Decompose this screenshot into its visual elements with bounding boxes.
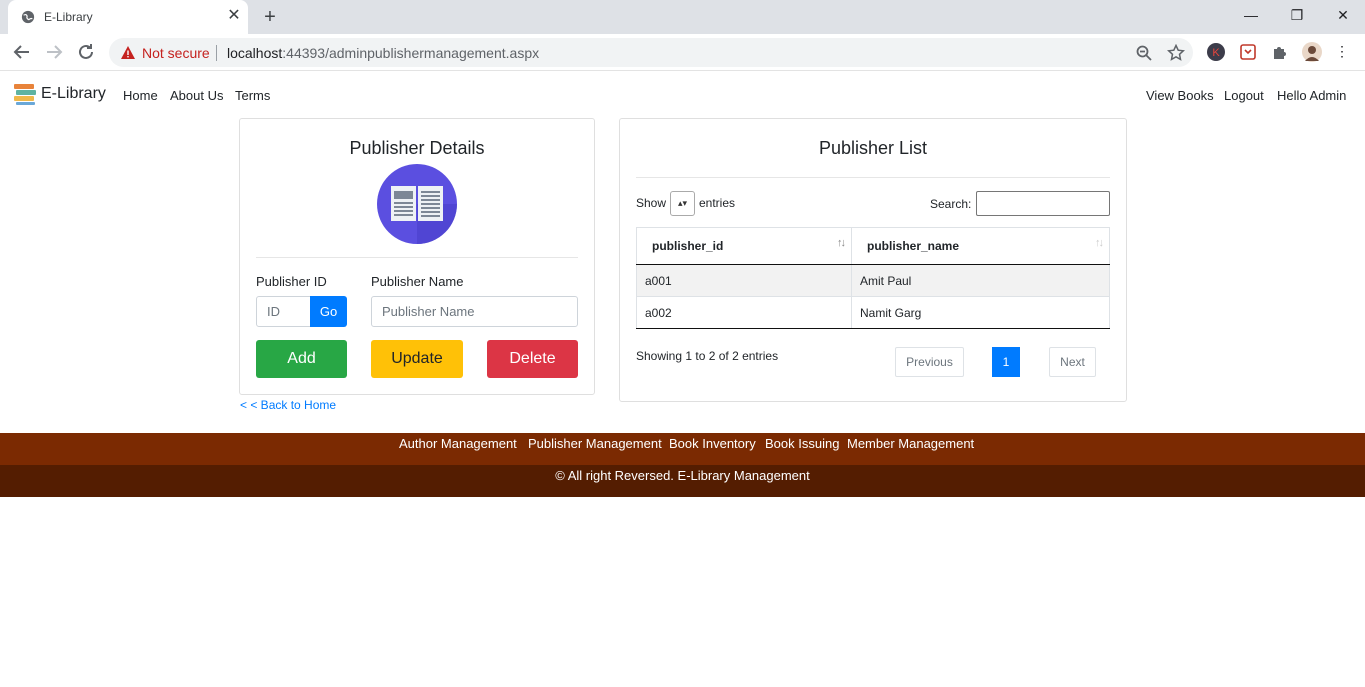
entries-select[interactable]: ▴▾: [670, 191, 695, 216]
show-label: Show: [636, 196, 667, 210]
list-divider: [636, 177, 1110, 178]
table-row[interactable]: a001 Amit Paul: [636, 264, 1110, 297]
sort-icon: ↑↓: [1095, 237, 1104, 249]
copyright-text: © All right Reversed. E-Library Manageme…: [555, 468, 810, 483]
pocket-extension-icon[interactable]: [1238, 42, 1258, 62]
address-bar[interactable]: Not secure localhost:44393/adminpublishe…: [109, 38, 1193, 67]
publisher-name-input[interactable]: Publisher Name: [371, 296, 578, 327]
browser-menu-icon[interactable]: ⋮: [1322, 36, 1362, 68]
zoom-icon[interactable]: [1135, 44, 1153, 62]
reload-icon[interactable]: [74, 40, 98, 64]
sort-icon: ↑↓: [837, 237, 846, 249]
footer-author-management[interactable]: Author Management: [399, 436, 517, 451]
forward-arrow-icon[interactable]: [42, 40, 66, 64]
cell-publisher-id: a002: [636, 296, 852, 329]
next-page-button[interactable]: Next: [1049, 347, 1096, 377]
minimize-icon[interactable]: —: [1228, 0, 1274, 32]
publisher-name-label: Publisher Name: [371, 274, 464, 289]
publisher-details-card: Publisher Details Publisher ID Publisher…: [239, 118, 595, 395]
table-header-row: publisher_id ↑↓ publisher_name ↑↓: [636, 227, 1110, 265]
search-input[interactable]: [976, 191, 1110, 216]
publisher-table: publisher_id ↑↓ publisher_name ↑↓ a001 A…: [636, 227, 1110, 329]
globe-icon: [21, 10, 35, 24]
column-header-publisher-name[interactable]: publisher_name ↑↓: [851, 227, 1110, 265]
address-divider: [216, 45, 217, 61]
url-text[interactable]: localhost:44393/adminpublishermanagement…: [227, 45, 539, 61]
browser-tab[interactable]: E-Library ✕: [8, 0, 248, 34]
details-divider: [256, 257, 578, 258]
tab-title: E-Library: [44, 10, 93, 24]
search-label: Search:: [930, 197, 972, 211]
cell-publisher-id: a001: [636, 264, 852, 297]
previous-page-button[interactable]: Previous: [895, 347, 964, 377]
delete-button[interactable]: Delete: [487, 340, 578, 378]
add-button[interactable]: Add: [256, 340, 347, 378]
restore-icon[interactable]: ❐: [1274, 0, 1320, 32]
publisher-list-title: Publisher List: [818, 138, 928, 158]
page-1-button[interactable]: 1: [992, 347, 1020, 377]
close-tab-icon[interactable]: ✕: [224, 6, 244, 26]
footer-book-inventory[interactable]: Book Inventory: [669, 436, 756, 451]
back-arrow-icon[interactable]: [10, 40, 34, 64]
new-tab-icon[interactable]: +: [258, 5, 282, 29]
nav-home[interactable]: Home: [123, 88, 158, 103]
browser-toolbar: Not secure localhost:44393/adminpublishe…: [0, 34, 1365, 71]
publisher-list-card: Publisher List Show ▴▾ entries Search: p…: [619, 118, 1127, 402]
bookmark-star-icon[interactable]: [1167, 44, 1185, 62]
update-button[interactable]: Update: [371, 340, 463, 378]
site-navbar: E-Library Home About Us Terms View Books…: [0, 71, 1365, 119]
footer-book-issuing[interactable]: Book Issuing: [765, 436, 839, 451]
publisher-id-label: Publisher ID: [256, 274, 327, 289]
user-avatar-icon[interactable]: [1302, 42, 1322, 62]
nav-view-books[interactable]: View Books: [1146, 88, 1214, 103]
nav-hello-admin[interactable]: Hello Admin: [1277, 88, 1346, 103]
publisher-details-title: Publisher Details: [349, 138, 485, 158]
column-header-publisher-id[interactable]: publisher_id ↑↓: [636, 227, 852, 265]
publisher-id-input[interactable]: ID: [256, 296, 312, 327]
nav-about-us[interactable]: About Us: [170, 88, 223, 103]
cell-publisher-name: Namit Garg: [851, 296, 1110, 329]
warning-icon: [121, 46, 135, 59]
browser-tab-bar: E-Library ✕ + — ❐ ✕: [0, 0, 1365, 34]
cell-publisher-name: Amit Paul: [851, 264, 1110, 297]
footer-publisher-management[interactable]: Publisher Management: [528, 436, 662, 451]
nav-terms[interactable]: Terms: [235, 88, 270, 103]
svg-text:K: K: [1212, 47, 1220, 59]
footer-links-bar: Author Management Publisher Management B…: [0, 433, 1365, 465]
nav-logout[interactable]: Logout: [1224, 88, 1264, 103]
table-row[interactable]: a002 Namit Garg: [636, 296, 1110, 329]
brand-link[interactable]: E-Library: [41, 85, 106, 103]
books-logo-icon: [14, 84, 36, 105]
go-button[interactable]: Go: [310, 296, 347, 327]
not-secure-label[interactable]: Not secure: [142, 45, 210, 61]
publisher-book-icon: [377, 164, 457, 244]
footer-copyright-bar: © All right Reversed. E-Library Manageme…: [0, 465, 1365, 497]
back-to-home-link[interactable]: < < Back to Home: [240, 398, 336, 412]
footer-member-management[interactable]: Member Management: [847, 436, 974, 451]
table-info: Showing 1 to 2 of 2 entries: [636, 349, 779, 363]
profile-k-icon[interactable]: K: [1206, 42, 1226, 62]
extensions-puzzle-icon[interactable]: [1270, 42, 1290, 62]
entries-label: entries: [699, 196, 736, 210]
close-window-icon[interactable]: ✕: [1320, 0, 1365, 32]
